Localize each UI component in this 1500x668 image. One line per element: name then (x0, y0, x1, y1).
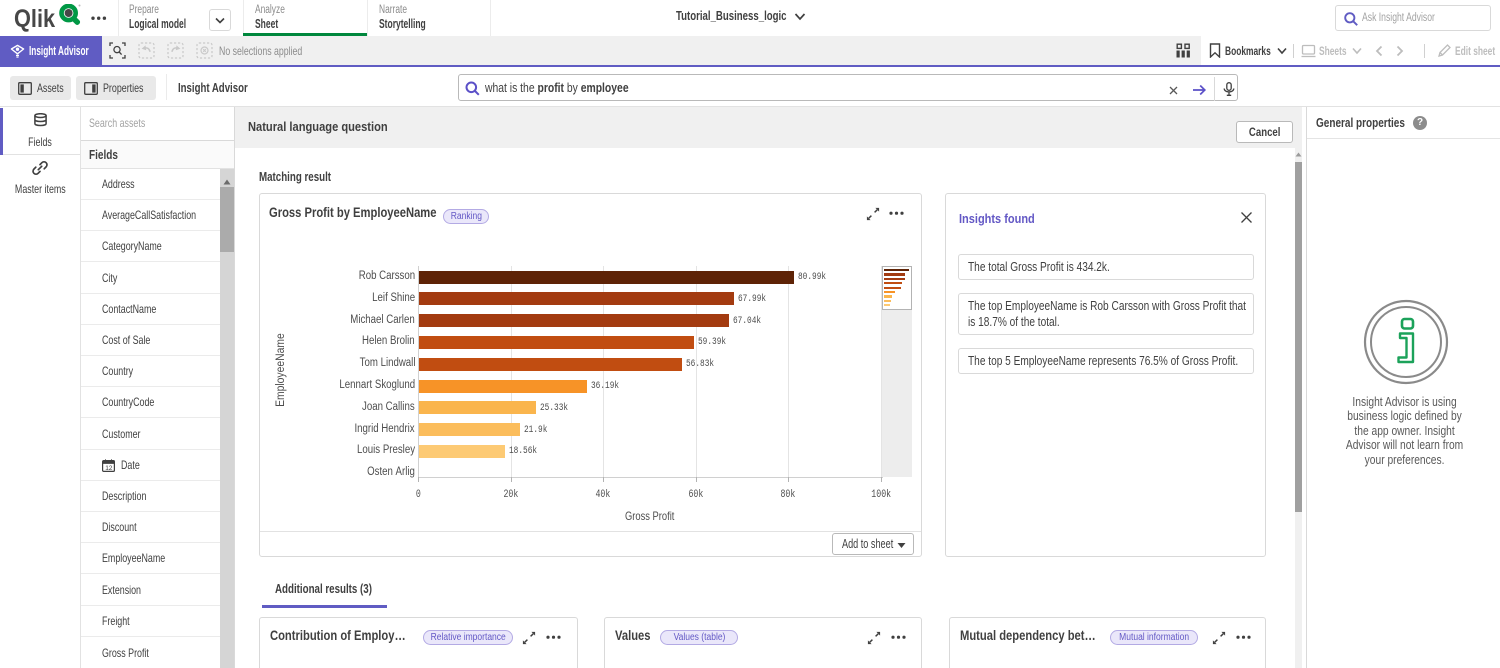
svg-text:Qlik: Qlik (14, 5, 56, 33)
svg-text:12: 12 (105, 464, 113, 471)
